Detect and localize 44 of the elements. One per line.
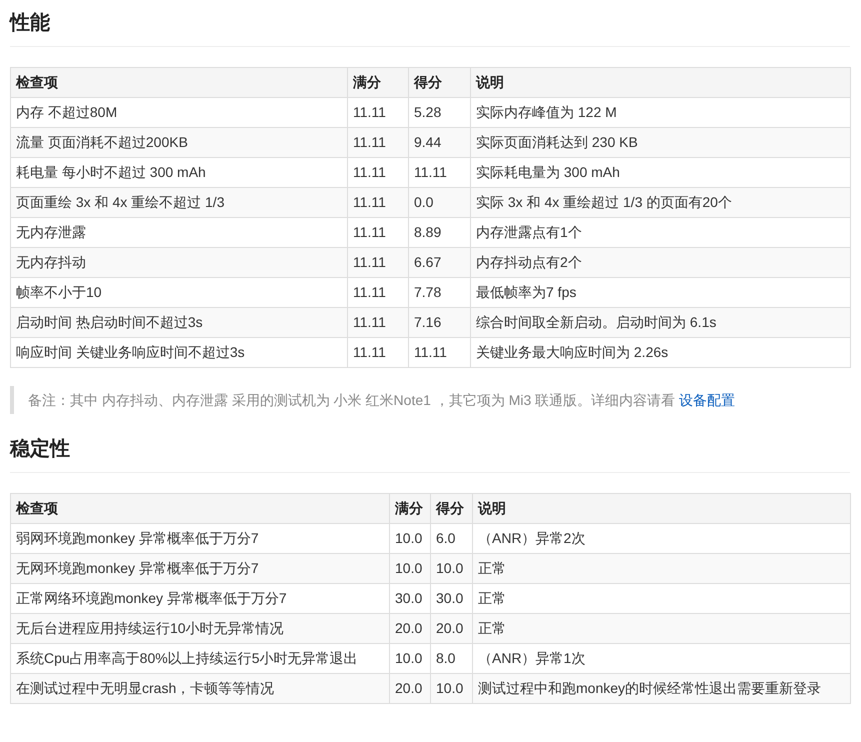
table-cell: 11.11 xyxy=(348,338,408,368)
table-cell: 11.11 xyxy=(348,128,408,158)
table-cell: 内存抖动点有2个 xyxy=(470,248,850,278)
table-cell: 关键业务最大响应时间为 2.26s xyxy=(470,338,850,368)
table-cell: 10.0 xyxy=(390,554,430,584)
column-header: 说明 xyxy=(472,494,850,524)
column-header: 检查项 xyxy=(10,68,348,98)
column-header: 得分 xyxy=(430,494,472,524)
table-cell: 20.0 xyxy=(390,614,430,644)
note-text: 备注：其中 内存抖动、内存泄露 采用的测试机为 小米 红米Note1 ，其它项为 Mi3 联通版。详细内容请看 设备配置 xyxy=(10,386,850,414)
table-cell: 10.0 xyxy=(430,554,472,584)
table-cell: 实际 3x 和 4x 重绘超过 1/3 的页面有20个 xyxy=(470,188,850,218)
table-cell: 11.11 xyxy=(348,248,408,278)
table-cell: 11.11 xyxy=(348,188,408,218)
table-cell: 实际页面消耗达到 230 KB xyxy=(470,128,850,158)
table-cell: 9.44 xyxy=(408,128,470,158)
table-cell: 10.0 xyxy=(430,674,472,704)
table-cell: 综合时间取全新启动。启动时间为 6.1s xyxy=(470,308,850,338)
column-header: 说明 xyxy=(470,68,850,98)
table-cell: 页面重绘 3x 和 4x 重绘不超过 1/3 xyxy=(10,188,348,218)
table-cell: 11.11 xyxy=(408,338,470,368)
column-header: 满分 xyxy=(348,68,408,98)
table-cell: 20.0 xyxy=(390,674,430,704)
settings-link[interactable]: 设备配置 xyxy=(679,392,736,408)
table-cell: 流量 页面消耗不超过200KB xyxy=(10,128,348,158)
column-header: 检查项 xyxy=(10,494,390,524)
table-cell: 无内存抖动 xyxy=(10,248,348,278)
section-heading: 性能 xyxy=(10,4,850,47)
table-cell: 正常 xyxy=(472,614,850,644)
table-cell: 启动时间 热启动时间不超过3s xyxy=(10,308,348,338)
table-cell: 在测试过程中无明显crash，卡顿等等情况 xyxy=(10,674,390,704)
table-cell: 响应时间 关键业务响应时间不超过3s xyxy=(10,338,348,368)
table-cell: 测试过程中和跑monkey的时候经常性退出需要重新登录 xyxy=(472,674,850,704)
table-cell: 11.11 xyxy=(348,308,408,338)
table-cell: 20.0 xyxy=(430,614,472,644)
table-cell: 0.0 xyxy=(408,188,470,218)
section-heading: 稳定性 xyxy=(10,430,850,473)
table-cell: 6.67 xyxy=(408,248,470,278)
table-cell: 无后台进程应用持续运行10小时无异常情况 xyxy=(10,614,390,644)
table-cell: 7.16 xyxy=(408,308,470,338)
table-cell: 正常 xyxy=(472,554,850,584)
column-header: 得分 xyxy=(408,68,470,98)
table-cell: 无网环境跑monkey 异常概率低于万分7 xyxy=(10,554,390,584)
column-header: 满分 xyxy=(390,494,430,524)
